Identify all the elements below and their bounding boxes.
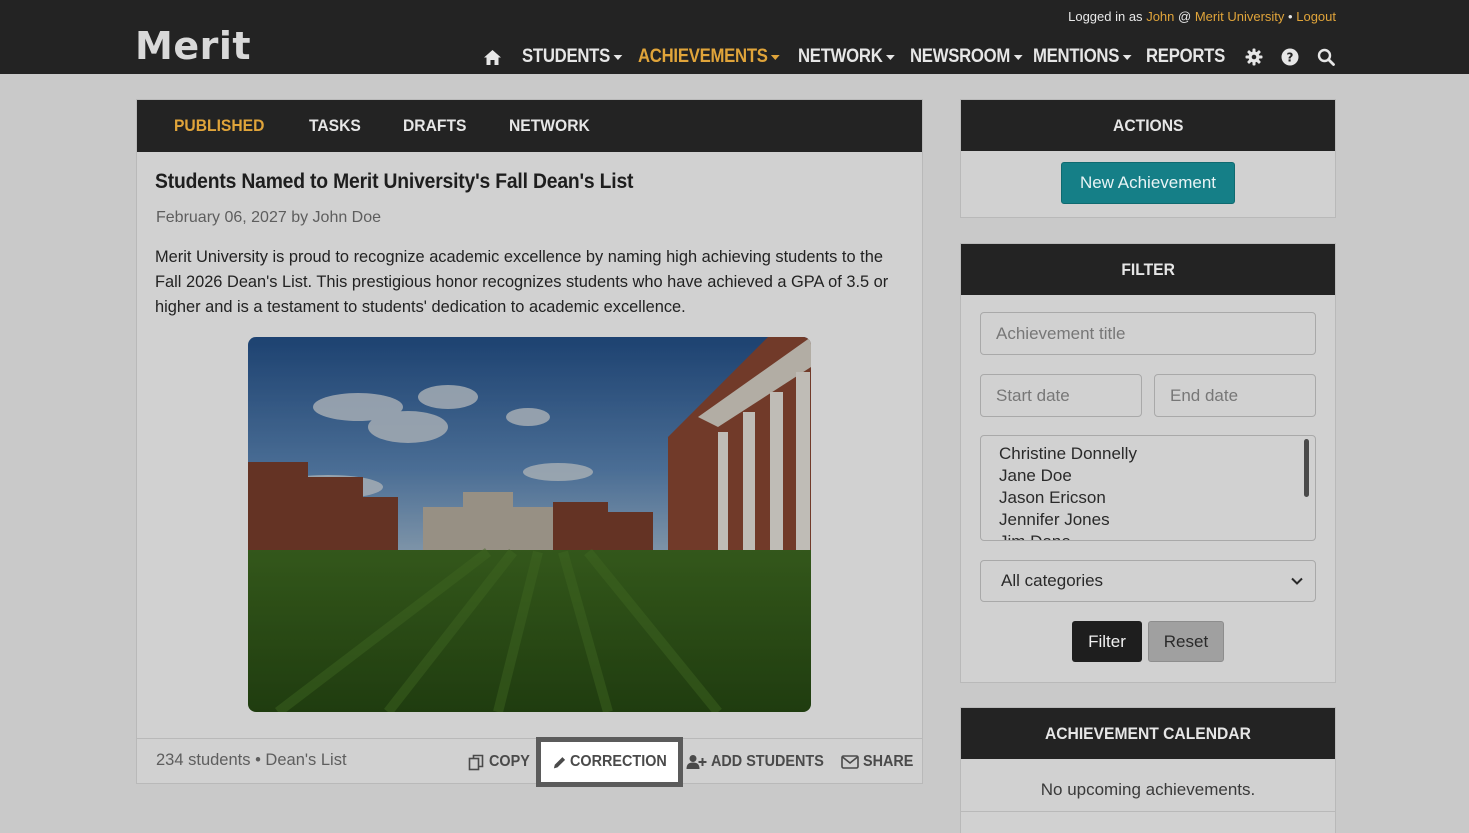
- search-icon[interactable]: [1316, 47, 1336, 67]
- envelope-icon: [841, 755, 859, 769]
- category-select[interactable]: All categories: [980, 560, 1316, 602]
- gear-icon[interactable]: [1244, 47, 1264, 67]
- pencil-icon: [553, 756, 566, 768]
- top-navigation-bar: Merit Logged in as John @ Merit Universi…: [0, 0, 1469, 74]
- listbox-scrollbar[interactable]: [1304, 439, 1309, 497]
- divider: [961, 811, 1335, 812]
- filter-header: FILTER: [961, 244, 1335, 295]
- merit-logo[interactable]: Merit: [135, 24, 251, 68]
- campus-photo: [248, 337, 811, 712]
- reset-button[interactable]: Reset: [1148, 621, 1224, 662]
- actions-header: ACTIONS: [961, 100, 1335, 151]
- add-user-icon: [686, 755, 707, 769]
- org-name-link[interactable]: Merit University: [1195, 9, 1285, 24]
- user-status-line: Logged in as John @ Merit University • L…: [1068, 9, 1336, 24]
- article-body: Merit University is proud to recognize a…: [155, 248, 889, 316]
- nav-newsroom[interactable]: NEWSROOM: [910, 46, 1023, 68]
- nav-reports[interactable]: REPORTS: [1146, 46, 1225, 68]
- list-item[interactable]: Jason Ericson: [999, 487, 1315, 509]
- list-item[interactable]: Jim Dane: [999, 531, 1315, 540]
- actions-panel: ACTIONS New Achievement: [960, 99, 1336, 218]
- calendar-empty-text: No upcoming achievements.: [1040, 780, 1256, 799]
- chevron-down-icon: [1291, 577, 1303, 585]
- student-count: 234 students • Dean's List: [156, 751, 347, 769]
- calendar-header: ACHIEVEMENT CALENDAR: [961, 708, 1335, 759]
- list-item[interactable]: Christine Donnelly: [999, 443, 1315, 465]
- calendar-panel: ACHIEVEMENT CALENDAR No upcoming achieve…: [960, 707, 1336, 833]
- tab-published[interactable]: PUBLISHED: [174, 116, 264, 136]
- add-students-button[interactable]: ADD STUDENTS: [686, 750, 836, 774]
- achievement-tabs: PUBLISHED TASKS DRAFTS NETWORK: [137, 100, 922, 152]
- filter-button[interactable]: Filter: [1072, 621, 1142, 662]
- tab-tasks[interactable]: TASKS: [309, 116, 361, 136]
- list-item[interactable]: Jane Doe: [999, 465, 1315, 487]
- article-meta: February 06, 2027 by John Doe: [156, 209, 382, 226]
- chevron-down-icon: [885, 54, 895, 60]
- main-nav: STUDENTS ACHIEVEMENTS NETWORK NEWSROOM M…: [482, 44, 1336, 70]
- copy-button[interactable]: COPY: [468, 750, 534, 774]
- tab-drafts[interactable]: DRAFTS: [403, 116, 466, 136]
- chevron-down-icon: [1123, 54, 1132, 60]
- filter-panel: FILTER Achievement title Start date End …: [960, 243, 1336, 683]
- correction-highlight: CORRECTION: [536, 737, 683, 787]
- nav-mentions[interactable]: MENTIONS: [1033, 46, 1132, 68]
- user-name-link[interactable]: John: [1146, 9, 1174, 24]
- nav-achievements[interactable]: ACHIEVEMENTS: [638, 46, 781, 68]
- home-icon[interactable]: [482, 47, 502, 67]
- start-date-input[interactable]: Start date: [980, 374, 1142, 417]
- copy-icon: [468, 754, 484, 770]
- nav-network[interactable]: NETWORK: [798, 46, 895, 68]
- share-button[interactable]: SHARE: [841, 750, 919, 774]
- achievement-footer: 234 students • Dean's List COPY CORRECTI…: [137, 737, 922, 787]
- tab-network[interactable]: NETWORK: [509, 116, 590, 136]
- svg-text:?: ?: [1287, 51, 1294, 65]
- people-listbox[interactable]: Christine Donnelly Jane Doe Jason Ericso…: [980, 435, 1316, 541]
- article-title[interactable]: Students Named to Merit University's Fal…: [155, 170, 633, 194]
- end-date-input[interactable]: End date: [1154, 374, 1316, 417]
- new-achievement-button[interactable]: New Achievement: [1061, 162, 1235, 204]
- help-icon[interactable]: ?: [1280, 47, 1300, 67]
- logout-link[interactable]: Logout: [1296, 9, 1336, 24]
- achievement-panel: PUBLISHED TASKS DRAFTS NETWORK Students …: [136, 99, 923, 787]
- nav-students[interactable]: STUDENTS: [522, 46, 623, 68]
- correction-button[interactable]: CORRECTION: [541, 742, 678, 782]
- chevron-down-icon: [613, 54, 623, 60]
- chevron-down-icon: [1013, 54, 1023, 60]
- list-item[interactable]: Jennifer Jones: [999, 509, 1315, 531]
- chevron-down-icon: [771, 54, 781, 60]
- achievement-title-input[interactable]: Achievement title: [980, 312, 1316, 355]
